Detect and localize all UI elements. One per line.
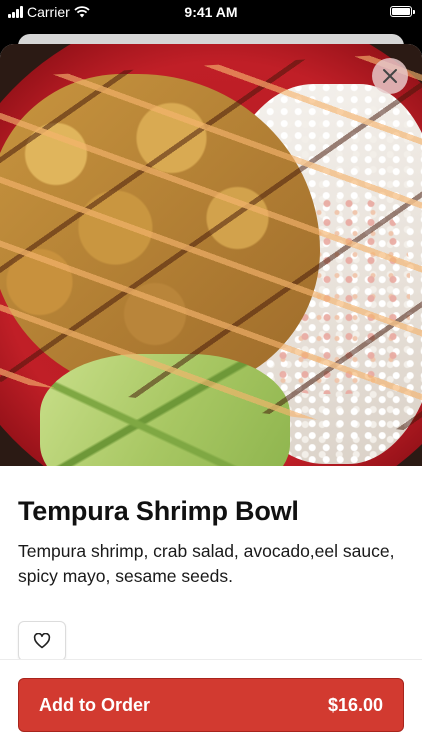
item-title: Tempura Shrimp Bowl: [18, 496, 299, 526]
add-to-order-label: Add to Order: [39, 694, 150, 715]
close-icon: [383, 69, 397, 83]
price-label: $16.00: [327, 694, 383, 715]
close-button[interactable]: [372, 58, 408, 94]
status-bar: Carrier 9:41 AM: [0, 0, 422, 28]
item-photo: [0, 44, 422, 466]
favorite-button[interactable]: [18, 621, 66, 661]
item-detail-sheet: Tempura Shrimp Bowl Tempura shrimp, crab…: [0, 44, 422, 750]
heart-outline-icon: [33, 633, 51, 649]
order-footer: Add to Order $16.00: [0, 659, 422, 750]
add-to-order-button[interactable]: Add to Order $16.00: [18, 678, 404, 732]
item-content: Tempura Shrimp Bowl Tempura shrimp, crab…: [0, 466, 422, 661]
item-description: Tempura shrimp, crab salad, avocado,eel …: [18, 541, 395, 586]
status-time: 9:41 AM: [184, 4, 238, 20]
battery-icon: [390, 6, 415, 17]
